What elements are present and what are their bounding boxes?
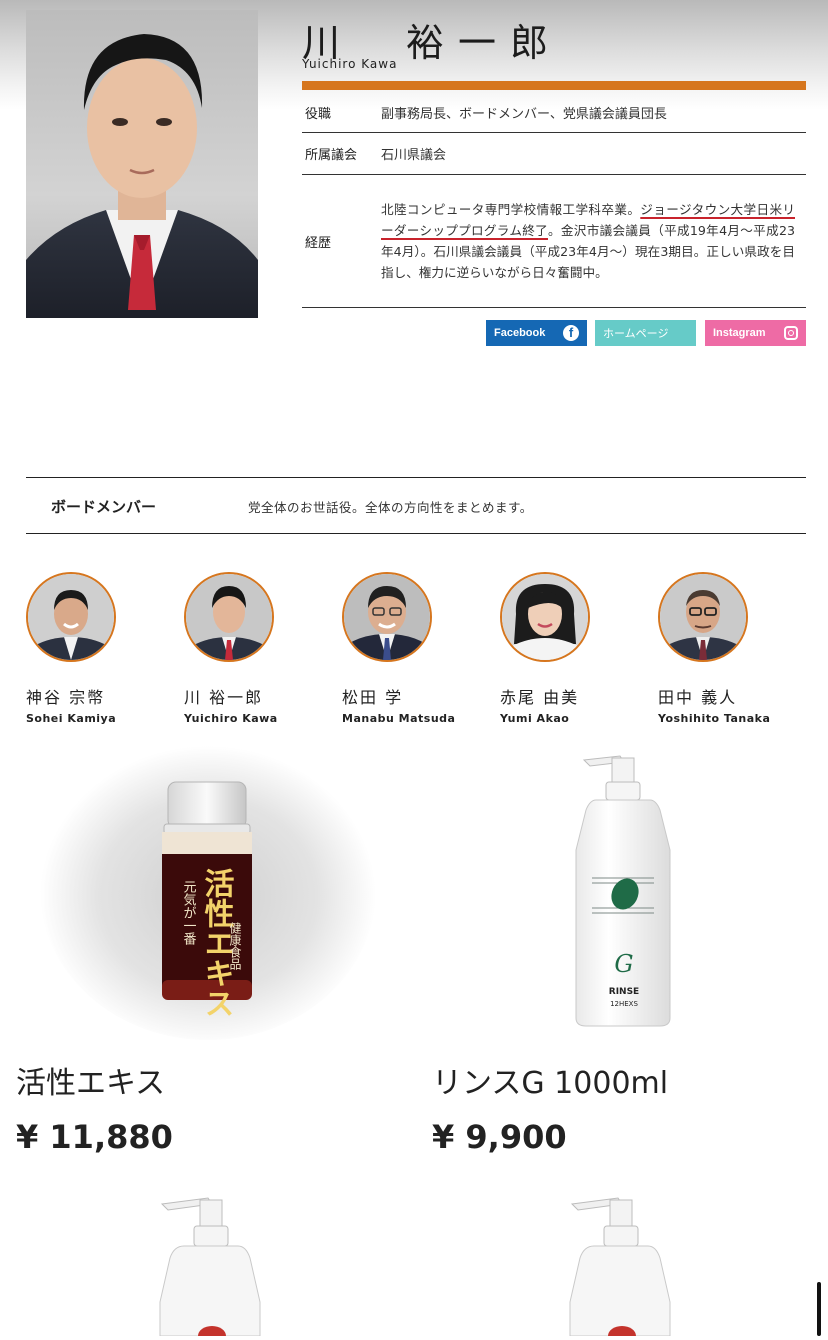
avatar [658,572,748,662]
info-row-assembly: 所属議会 石川県議会 [302,132,806,175]
instagram-label: Instagram [713,327,766,339]
facebook-label: Facebook [494,327,546,339]
info-value: 北陸コンピュータ専門学校情報工学科卒業。ジョージタウン大学日米リーダーシッププロ… [380,174,806,308]
label-catchphrase: 元気が一番 [181,880,197,946]
member-name: 田中 義人 [658,688,738,707]
member-card[interactable]: 田中 義人 Yoshihito Tanaka [658,572,808,725]
instagram-button[interactable]: Instagram [705,320,806,346]
member-name-roman: Manabu Matsuda [342,712,456,725]
profile-name-roman: Yuichiro Kawa [302,57,398,71]
product-image[interactable] [150,1192,270,1340]
info-row-position: 役職 副事務局長、ボードメンバー、党県議会議員団長 [302,92,806,133]
avatar [184,572,274,662]
avatar [500,572,590,662]
profile-info-table: 役職 副事務局長、ボードメンバー、党県議会議員団長 所属議会 石川県議会 経歴 … [302,92,806,308]
label-brand: 12HEXS [610,1000,638,1008]
member-name: 川 裕一郎 [184,688,264,707]
divider [26,533,806,534]
info-label: 所属議会 [302,132,380,175]
instagram-icon [784,326,798,340]
member-name-roman: Sohei Kamiya [26,712,117,725]
product-image[interactable]: 元気が一番 活性エキス 健康食品 [40,740,380,1040]
info-label: 経歴 [302,174,380,308]
profile-photo [26,10,258,318]
info-label: 役職 [302,92,380,133]
homepage-button[interactable]: ホームページ [595,320,696,346]
homepage-label: ホームページ [603,328,669,340]
career-text: 北陸コンピュータ専門学校情報工学科卒業。 [381,202,641,217]
label-type: RINSE [609,987,639,997]
section-description: 党全体のお世話役。全体の方向性をまとめます。 [248,500,533,515]
avatar [342,572,432,662]
product-image[interactable] [560,1192,680,1340]
member-name-roman: Yumi Akao [500,712,570,725]
member-card[interactable]: 川 裕一郎 Yuichiro Kawa [184,572,334,725]
label-category: 健康食品 [228,922,242,970]
accent-bar [302,81,806,90]
member-name: 松田 学 [342,688,404,707]
product-name[interactable]: 活性エキス [16,1058,165,1102]
member-name-roman: Yoshihito Tanaka [658,712,771,725]
member-name: 神谷 宗幣 [26,688,106,707]
divider [26,477,806,478]
facebook-icon: f [563,325,579,341]
member-card[interactable]: 赤尾 由美 Yumi Akao [500,572,650,725]
member-card[interactable]: 松田 学 Manabu Matsuda [342,572,492,725]
section-title: ボードメンバー [51,498,157,516]
info-value: 副事務局長、ボードメンバー、党県議会議員団長 [380,92,806,133]
product-image[interactable]: G RINSE 12HEXS [560,750,680,1030]
scrollbar[interactable] [817,1282,821,1336]
member-card[interactable]: 神谷 宗幣 Sohei Kamiya [26,572,176,725]
avatar [26,572,116,662]
product-name[interactable]: リンスG 1000ml [432,1058,668,1102]
product-price: ¥ 11,880 [16,1118,173,1156]
product-price: ¥ 9,900 [432,1118,567,1156]
label-logo: G [614,950,633,978]
facebook-button[interactable]: Facebook f [486,320,587,346]
member-name: 赤尾 由美 [500,688,580,707]
info-row-career: 経歴 北陸コンピュータ専門学校情報工学科卒業。ジョージタウン大学日米リーダーシッ… [302,174,806,308]
info-value: 石川県議会 [380,132,806,175]
member-name-roman: Yuichiro Kawa [184,712,278,725]
